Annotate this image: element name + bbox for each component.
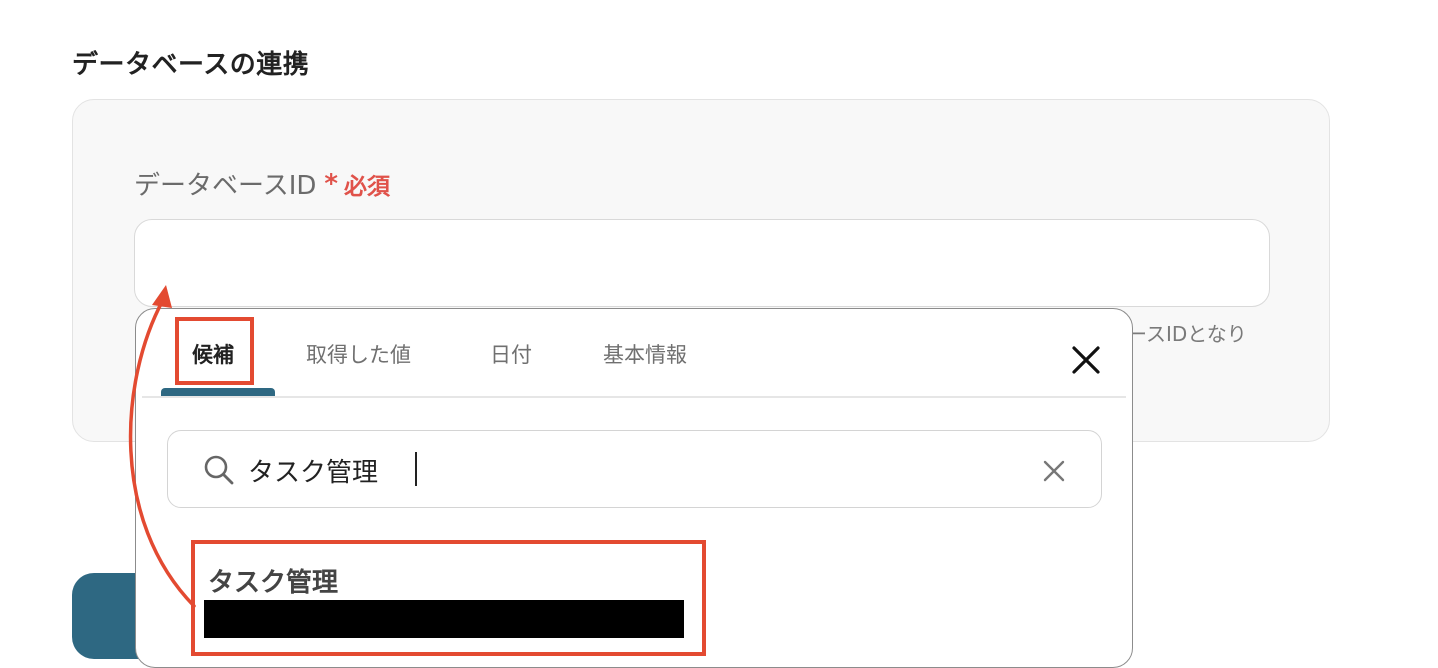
tab-candidates[interactable]: 候補 xyxy=(192,339,234,369)
text-caret xyxy=(415,452,417,486)
section-title: データベースの連携 xyxy=(72,50,310,80)
picker-tabs: 候補 取得した値 日付 基本情報 xyxy=(136,309,1132,398)
required-asterisk: * xyxy=(324,168,338,199)
required-badge: 必須 xyxy=(344,173,390,200)
database-id-label: データベースID * 必須 xyxy=(134,165,390,202)
close-icon[interactable] xyxy=(1068,342,1104,378)
tab-date[interactable]: 日付 xyxy=(490,339,532,369)
result-item[interactable]: タスク管理 xyxy=(194,544,704,652)
clear-icon[interactable] xyxy=(1040,457,1068,485)
field-hint-text: ースIDとなり xyxy=(1127,322,1247,346)
active-tab-indicator xyxy=(161,388,275,396)
tab-fetched-values[interactable]: 取得した値 xyxy=(306,339,411,369)
tab-basic-info[interactable]: 基本情報 xyxy=(603,339,687,369)
search-input[interactable] xyxy=(246,445,1030,495)
search-box xyxy=(167,430,1102,508)
redacted-value xyxy=(204,600,684,638)
value-picker-popover: 候補 取得した値 日付 基本情報 タスク管理 xyxy=(135,308,1133,668)
database-id-input[interactable] xyxy=(134,219,1270,307)
search-icon xyxy=(204,455,234,485)
tabs-divider xyxy=(142,396,1126,398)
result-item-title: タスク管理 xyxy=(208,568,339,598)
database-id-label-text: データベースID xyxy=(134,171,317,201)
